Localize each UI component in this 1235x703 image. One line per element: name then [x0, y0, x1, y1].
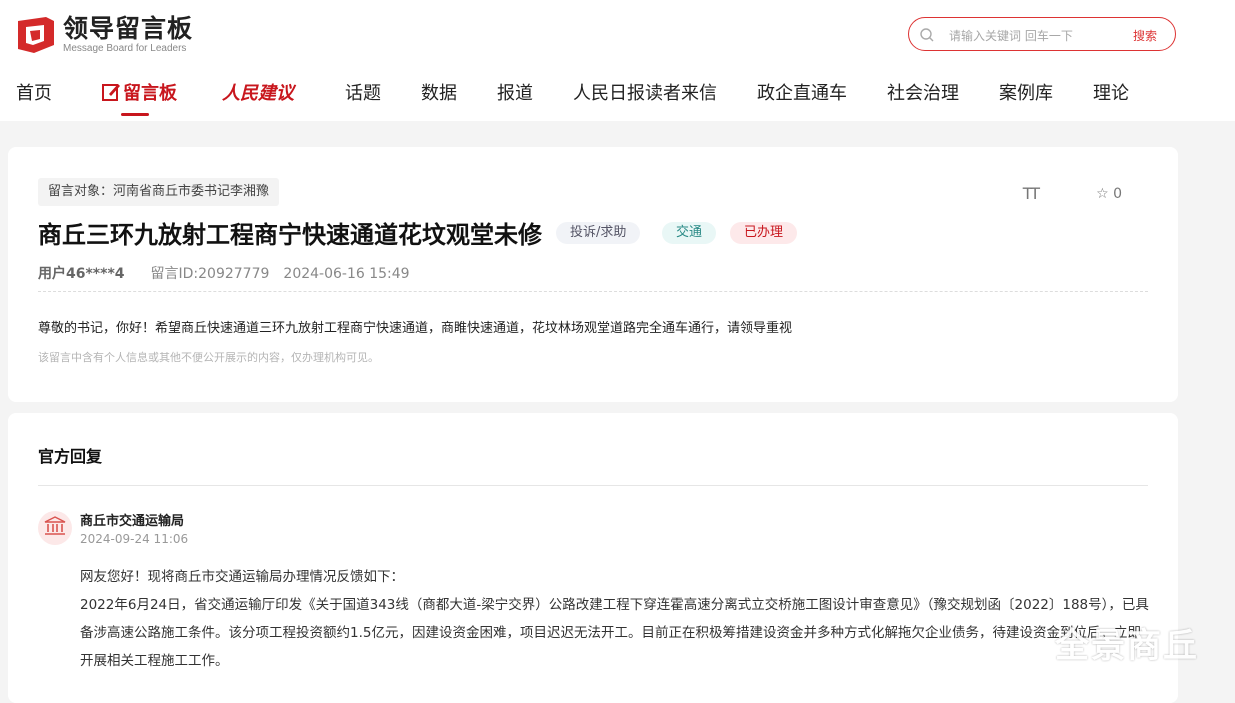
nav-active-underline	[121, 113, 149, 116]
font-size-icon[interactable]: TT	[1023, 184, 1040, 203]
watermark: 全景商丘	[1055, 626, 1199, 666]
message-card: 留言对象：河南省商丘市委书记李湘豫 TT ☆ 0 商丘三环九放射工程商宁快速通道…	[8, 147, 1178, 402]
tag-type[interactable]: 投诉/求助	[556, 222, 641, 244]
nav-topics[interactable]: 话题	[345, 80, 381, 108]
nav-case-library[interactable]: 案例库	[999, 80, 1053, 108]
privacy-notice: 该留言中含有个人信息或其他不便公开展示的内容，仅办理机构可见。	[38, 351, 379, 364]
search-input[interactable]	[947, 25, 1121, 47]
nav-social-governance[interactable]: 社会治理	[887, 80, 959, 108]
star-icon: ☆	[1096, 185, 1109, 202]
reply-body: 网友您好！现将商丘市交通运输局办理情况反馈如下： 2022年6月24日，省交通运…	[80, 563, 1152, 675]
logo-title: 领导留言板	[63, 14, 194, 43]
favorite-button[interactable]: ☆ 0	[1096, 186, 1122, 202]
nav-data[interactable]: 数据	[421, 80, 457, 108]
reply-paragraph: 2022年6月24日，省交通运输厅印发《关于国道343线（商都大道-梁宁交界）公…	[80, 597, 1149, 669]
nav-reports[interactable]: 报道	[497, 80, 533, 108]
government-building-icon	[44, 516, 66, 540]
logo-subtitle: Message Board for Leaders	[63, 43, 187, 54]
edit-icon	[101, 82, 121, 111]
message-target: 留言对象：河南省商丘市委书记李湘豫	[38, 178, 280, 206]
nav-theory[interactable]: 理论	[1093, 80, 1129, 108]
site-header: 领导留言板 Message Board for Leaders 搜索 首页 留言…	[0, 0, 1235, 121]
reply-greeting: 网友您好！现将商丘市交通运输局办理情况反馈如下：	[80, 569, 404, 585]
message-content: 尊敬的书记，你好！希望商丘快速通道三环九放射工程商宁快速通道，商睢快速通道，花坟…	[38, 321, 793, 336]
message-tools: TT ☆ 0	[1023, 184, 1122, 203]
message-datetime: 2024-06-16 15:49	[283, 266, 410, 282]
status-badge: 已办理	[730, 222, 798, 244]
nav-people-suggestions[interactable]: 人民建议	[222, 80, 294, 108]
logo-mark-icon	[16, 15, 56, 55]
nav-message-board[interactable]: 留言板	[101, 80, 177, 111]
site-logo[interactable]: 领导留言板 Message Board for Leaders	[16, 15, 193, 55]
reply-date: 2024-09-24 11:06	[80, 532, 189, 546]
search-button[interactable]: 搜索	[1133, 27, 1157, 44]
tag-field[interactable]: 交通	[662, 222, 717, 244]
star-count: 0	[1113, 185, 1122, 202]
reply-org: 商丘市交通运输局	[80, 514, 185, 529]
user-name: 用户46****4	[38, 266, 125, 282]
reply-card: 官方回复 商丘市交通运输局 2024-09-24 11:06 网友您好！现将商丘…	[8, 413, 1178, 703]
nav-home[interactable]: 首页	[16, 80, 52, 108]
divider	[38, 291, 1148, 292]
avatar	[38, 511, 72, 545]
message-title: 商丘三环九放射工程商宁快速通道花坟观堂未修	[38, 221, 542, 249]
search-icon	[919, 27, 935, 43]
message-id: 留言ID:20927779	[150, 266, 270, 282]
nav-message-board-label: 留言板	[123, 83, 177, 104]
reply-heading: 官方回复	[38, 447, 103, 466]
nav-readers-letters[interactable]: 人民日报读者来信	[573, 80, 717, 108]
divider	[38, 485, 1148, 486]
nav-gov-enterprise[interactable]: 政企直通车	[757, 80, 847, 108]
search-box: 搜索	[908, 17, 1176, 51]
message-meta: 用户46****4 留言ID:20927779 2024-06-16 15:49	[38, 263, 410, 283]
